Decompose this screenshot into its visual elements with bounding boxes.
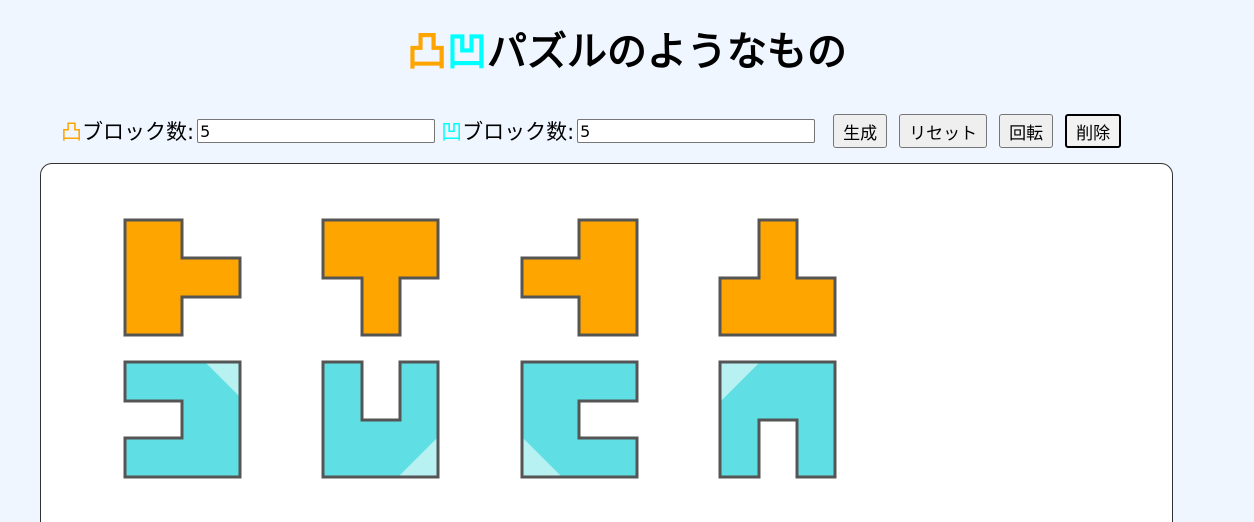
puzzle-canvas bbox=[123, 218, 837, 479]
concave-piece-right-notch[interactable] bbox=[520, 360, 639, 479]
convex-piece-right[interactable] bbox=[123, 218, 242, 337]
convex-piece-up[interactable] bbox=[718, 218, 837, 337]
puzzle-board[interactable] bbox=[40, 163, 1173, 522]
concave-glyph-icon: 凹 bbox=[441, 120, 463, 144]
convex-glyph-icon: 凸 bbox=[61, 120, 82, 144]
reset-button[interactable]: リセット bbox=[899, 114, 988, 148]
title-convex-glyph: 凸 bbox=[407, 29, 447, 75]
convex-piece-left[interactable] bbox=[520, 218, 639, 337]
convex-count-input[interactable] bbox=[197, 119, 436, 143]
concave-piece-bottom-notch[interactable] bbox=[718, 360, 837, 479]
rotate-button[interactable]: 回転 bbox=[999, 114, 1054, 148]
concave-piece-left-notch[interactable] bbox=[123, 360, 242, 479]
title-concave-glyph: 凹 bbox=[447, 29, 487, 75]
title-text: パズルのようなもの bbox=[487, 29, 847, 75]
generate-button[interactable]: 生成 bbox=[833, 114, 888, 148]
concave-label-text: ブロック数: bbox=[462, 120, 575, 144]
convex-piece-down[interactable] bbox=[321, 218, 440, 337]
delete-button[interactable]: 削除 bbox=[1065, 114, 1122, 148]
page-title: 凸凹パズルのようなもの bbox=[0, 24, 1254, 80]
concave-count-label: 凹ブロック数: bbox=[441, 116, 574, 146]
controls-bar: 凸ブロック数: 凹ブロック数: 生成 リセット 回転 削除 bbox=[61, 113, 1122, 149]
convex-label-text: ブロック数: bbox=[82, 120, 195, 144]
concave-count-input[interactable] bbox=[577, 119, 816, 143]
convex-count-label: 凸ブロック数: bbox=[61, 116, 194, 146]
concave-piece-top-notch[interactable] bbox=[321, 360, 440, 479]
page: 凸凹パズルのようなもの 凸ブロック数: 凹ブロック数: 生成 リセット 回転 削… bbox=[0, 0, 1254, 522]
